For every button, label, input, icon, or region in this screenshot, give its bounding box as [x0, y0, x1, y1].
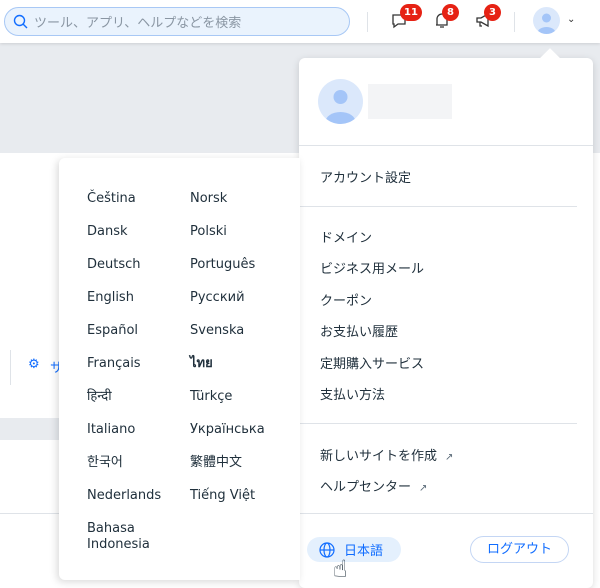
language-button[interactable]: 日本語 — [307, 537, 401, 562]
language-option[interactable]: Tiếng Việt — [190, 488, 255, 504]
language-option[interactable]: 한국어 — [87, 455, 123, 471]
create-site-label: 新しいサイトを作成 — [320, 449, 438, 464]
messages-button[interactable]: 11 — [390, 4, 422, 32]
divider — [299, 513, 593, 514]
language-option[interactable]: Čeština — [87, 191, 136, 207]
menu-item-account-settings[interactable]: アカウント設定 — [320, 167, 411, 186]
notifications-badge: 8 — [442, 4, 459, 21]
divider — [367, 12, 368, 32]
divider — [299, 206, 577, 207]
avatar-button[interactable] — [533, 7, 560, 34]
search-placeholder: ツール、アプリ、ヘルプなどを検索 — [34, 16, 242, 31]
language-option[interactable]: Français — [87, 356, 141, 372]
language-option[interactable]: Español — [87, 323, 138, 339]
user-icon — [537, 13, 556, 34]
language-option[interactable]: Polski — [190, 224, 227, 240]
language-option[interactable]: Norsk — [190, 191, 227, 207]
chevron-down-icon[interactable]: ⌄ — [567, 14, 575, 25]
divider — [514, 12, 515, 32]
hand-cursor-icon: ☝ — [333, 555, 348, 583]
user-name-placeholder — [368, 84, 452, 119]
search-icon — [13, 14, 28, 29]
language-option[interactable]: Português — [190, 257, 255, 273]
menu-item-payment-methods[interactable]: 支払い方法 — [320, 384, 385, 403]
language-option[interactable]: Bahasa Indonesia — [87, 521, 167, 553]
menu-item-coupons[interactable]: クーポン — [320, 290, 372, 309]
menu-item-domains[interactable]: ドメイン — [320, 227, 372, 246]
help-center-label: ヘルプセンター — [320, 480, 412, 495]
language-option[interactable]: Русский — [190, 290, 245, 306]
language-option[interactable]: Dansk — [87, 224, 128, 240]
announcements-badge: 3 — [484, 4, 501, 21]
announcements-button[interactable]: 3 — [474, 4, 501, 32]
language-list: Čeština Dansk Deutsch English Español Fr… — [59, 158, 300, 580]
language-option[interactable]: Українська — [190, 422, 265, 438]
menu-item-help-center[interactable]: ヘルプセンター ↗ — [320, 476, 427, 495]
divider — [10, 350, 11, 385]
divider — [299, 423, 577, 424]
language-option[interactable]: Türkçe — [190, 389, 232, 405]
divider — [299, 145, 593, 146]
menu-item-business-email[interactable]: ビジネス用メール — [320, 258, 424, 277]
account-menu: アカウント設定 ドメイン ビジネス用メール クーポン お支払い履歴 定期購入サー… — [299, 48, 593, 588]
menu-item-billing-history[interactable]: お支払い履歴 — [320, 321, 398, 340]
search-input[interactable]: ツール、アプリ、ヘルプなどを検索 — [4, 7, 350, 36]
gear-icon[interactable]: ⚙ — [28, 357, 40, 372]
menu-item-create-site[interactable]: 新しいサイトを作成 ↗ — [320, 445, 453, 464]
messages-badge: 11 — [400, 4, 422, 21]
menu-item-subscriptions[interactable]: 定期購入サービス — [320, 353, 424, 372]
language-option[interactable]: ไทย — [190, 356, 213, 372]
language-option[interactable]: English — [87, 290, 134, 306]
language-option[interactable]: Nederlands — [87, 488, 161, 504]
language-option[interactable]: हिन्दी — [87, 389, 112, 405]
language-label: 日本語 — [344, 544, 384, 559]
profile-avatar — [318, 79, 363, 124]
notifications-button[interactable]: 8 — [432, 4, 459, 32]
language-option[interactable]: 繁體中文 — [190, 455, 242, 471]
language-option[interactable]: Italiano — [87, 422, 135, 438]
top-bar: ツール、アプリ、ヘルプなどを検索 11 8 3 ⌄ — [0, 0, 600, 43]
external-link-icon: ↗ — [419, 483, 428, 494]
external-link-icon: ↗ — [445, 452, 454, 463]
user-icon — [325, 90, 356, 124]
language-option[interactable]: Deutsch — [87, 257, 141, 273]
language-option[interactable]: Svenska — [190, 323, 244, 339]
logout-button[interactable]: ログアウト — [470, 536, 569, 563]
